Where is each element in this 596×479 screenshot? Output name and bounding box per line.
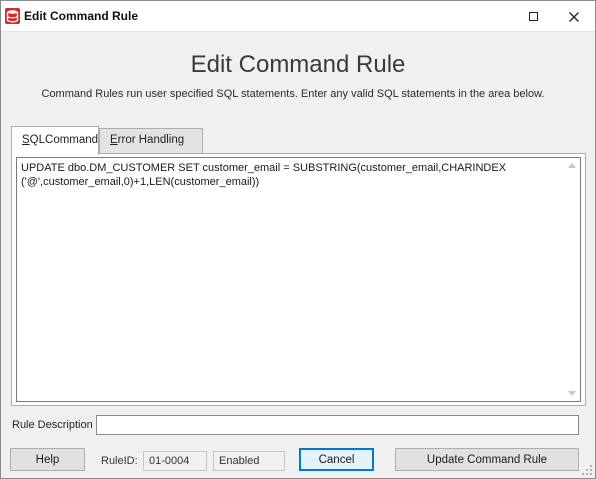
scroll-up-icon[interactable] (568, 163, 576, 168)
maximize-button[interactable] (513, 1, 553, 32)
update-command-rule-button[interactable]: Update Command Rule (395, 448, 579, 471)
edit-command-rule-dialog: Edit Command Rule Edit Command Rule Comm… (0, 0, 596, 479)
tab-sqlcommand[interactable]: SQLCommand (11, 126, 99, 155)
tab-label: rror Handling (117, 134, 185, 146)
page-subtitle: Command Rules run user specified SQL sta… (41, 88, 545, 100)
page-title: Edit Command Rule (190, 51, 406, 78)
tab-mnemonic: E (110, 134, 118, 146)
window-title: Edit Command Rule (24, 9, 139, 23)
rule-description-input[interactable] (96, 415, 579, 435)
maximize-icon (528, 12, 538, 21)
scroll-down-icon[interactable] (568, 391, 576, 396)
tab-label: QLCommand (29, 134, 99, 146)
resize-grip-icon[interactable] (582, 465, 592, 475)
tab-error-handling[interactable]: Error Handling (99, 128, 203, 154)
tab-strip: SQLCommand Error Handling (11, 126, 591, 155)
tab-mnemonic: S (22, 134, 30, 146)
title-bar[interactable]: Edit Command Rule (1, 1, 595, 32)
sql-editor[interactable]: UPDATE dbo.DM_CUSTOMER SET customer_emai… (16, 157, 581, 402)
cancel-button[interactable]: Cancel (299, 448, 374, 471)
status-badge: Enabled (213, 451, 285, 471)
sql-text[interactable]: UPDATE dbo.DM_CUSTOMER SET customer_emai… (21, 161, 559, 189)
vertical-scrollbar[interactable] (565, 158, 580, 401)
rule-description-label: Rule Description (12, 419, 93, 431)
help-button[interactable]: Help (10, 448, 85, 471)
rule-id-value: 01-0004 (143, 451, 207, 471)
sql-rule-icon (5, 8, 20, 24)
close-button[interactable] (554, 1, 594, 32)
sqlcommand-panel: UPDATE dbo.DM_CUSTOMER SET customer_emai… (11, 153, 586, 406)
rule-id-label: RuleID: (101, 455, 138, 467)
close-icon (569, 11, 579, 22)
